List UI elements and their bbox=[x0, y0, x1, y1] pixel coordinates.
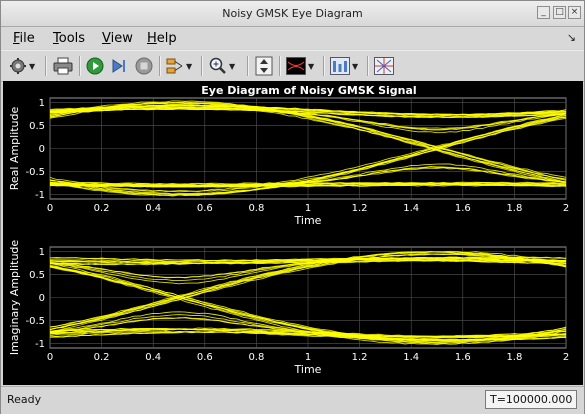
zoom-dropdown-icon[interactable]: ▼ bbox=[229, 62, 235, 71]
menu-tools[interactable]: Tools bbox=[53, 31, 85, 46]
status-text: Ready bbox=[7, 393, 42, 406]
toolbar-separator bbox=[79, 56, 81, 76]
menu-bar: File Tools View Help ↘ bbox=[1, 27, 584, 49]
settings-icon bbox=[10, 58, 26, 74]
scope-window: Noisy GMSK Eye Diagram _ □ × File Tools … bbox=[0, 0, 585, 414]
x-tick-label: 0 bbox=[47, 203, 53, 214]
run-icon bbox=[86, 57, 104, 75]
imaginary-amplitude-axes[interactable]: 0 0.2 0.4 0.6 0.8 1 1.2 1.4 1.6 1.8 2 1 0.5 0 -0.5 -1 Ti… bbox=[8, 240, 569, 376]
toolbar-separator bbox=[45, 56, 47, 76]
toolbar-separator bbox=[367, 56, 369, 76]
y-tick-label: 0.5 bbox=[29, 270, 45, 281]
stop-icon bbox=[135, 57, 153, 75]
step-forward-button[interactable] bbox=[111, 56, 127, 76]
measurements-dropdown-icon[interactable]: ▼ bbox=[308, 62, 314, 71]
y-tick-label: -0.5 bbox=[25, 316, 45, 327]
scope-display[interactable]: Eye Diagram of Noisy GMSK Signal 0 0.2 0.4… bbox=[3, 81, 583, 385]
close-button[interactable]: × bbox=[568, 6, 581, 19]
scale-axes-button[interactable] bbox=[255, 56, 273, 76]
toolbar-separator bbox=[201, 56, 203, 76]
title-bar[interactable]: Noisy GMSK Eye Diagram _ □ × bbox=[1, 1, 584, 27]
menu-view-label: iew bbox=[110, 31, 133, 46]
x-tick-label: 0 bbox=[47, 352, 53, 363]
chart-title: Eye Diagram of Noisy GMSK Signal bbox=[201, 84, 416, 97]
y-tick-label: -1 bbox=[35, 339, 45, 350]
measurements-icon bbox=[286, 57, 306, 75]
menu-help[interactable]: Help bbox=[147, 31, 177, 46]
x-tick-label: 0.2 bbox=[94, 352, 110, 363]
x-tick-label: 1 bbox=[305, 203, 311, 214]
minimize-button[interactable]: _ bbox=[537, 6, 550, 19]
maximize-button[interactable]: □ bbox=[553, 6, 566, 19]
x-tick-label: 0.4 bbox=[145, 352, 161, 363]
measurements-button[interactable]: ▼ bbox=[286, 56, 314, 76]
x-tick-label: 2 bbox=[563, 352, 569, 363]
x-tick-label: 0.8 bbox=[248, 352, 264, 363]
print-icon bbox=[53, 57, 73, 75]
menu-file[interactable]: File bbox=[13, 31, 35, 46]
eye-diagram-icon bbox=[374, 57, 394, 75]
stop-button[interactable] bbox=[135, 56, 153, 76]
toolbar-separator bbox=[159, 56, 161, 76]
y-axis-label: Imaginary Amplitude bbox=[8, 240, 21, 356]
toolbar: ▼ ▼ ▼ ▼ ▼ bbox=[1, 50, 584, 82]
x-tick-label: 0.8 bbox=[248, 203, 264, 214]
x-tick-label: 0.6 bbox=[197, 203, 213, 214]
simulation-time-readout: T=100000.000 bbox=[485, 390, 577, 409]
print-button[interactable] bbox=[53, 56, 73, 76]
menu-view[interactable]: View bbox=[102, 31, 133, 46]
y-tick-label: -1 bbox=[35, 190, 45, 201]
y-tick-label: 0.5 bbox=[29, 121, 45, 132]
style-button[interactable]: ▼ bbox=[330, 56, 358, 76]
x-tick-label: 1.8 bbox=[506, 203, 522, 214]
x-tick-label: 1.2 bbox=[352, 203, 368, 214]
toolbar-separator bbox=[279, 56, 281, 76]
zoom-in-button[interactable]: ▼ bbox=[209, 56, 235, 76]
step-forward-icon bbox=[112, 59, 125, 73]
x-tick-label: 1 bbox=[305, 352, 311, 363]
x-tick-label: 1.6 bbox=[455, 352, 471, 363]
x-tick-label: 1.8 bbox=[506, 352, 522, 363]
x-axis-label: Time bbox=[294, 214, 322, 227]
menu-help-mnemonic: H bbox=[147, 31, 157, 46]
y-tick-label: 0 bbox=[39, 293, 45, 304]
y-tick-label: 1 bbox=[39, 247, 45, 258]
y-tick-label: 0 bbox=[39, 144, 45, 155]
menu-view-mnemonic: V bbox=[102, 31, 111, 46]
status-bar: Ready T=100000.000 bbox=[1, 386, 584, 414]
highlight-dropdown-icon[interactable]: ▼ bbox=[186, 62, 192, 71]
y-tick-label: -0.5 bbox=[25, 167, 45, 178]
x-tick-label: 1.6 bbox=[455, 203, 471, 214]
window-title: Noisy GMSK Eye Diagram bbox=[222, 7, 363, 20]
x-tick-label: 1.2 bbox=[352, 352, 368, 363]
x-tick-label: 2 bbox=[563, 203, 569, 214]
x-tick-label: 1.4 bbox=[403, 352, 419, 363]
x-tick-label: 0.2 bbox=[94, 203, 110, 214]
highlight-button[interactable]: ▼ bbox=[166, 56, 192, 76]
scale-axes-icon bbox=[255, 56, 273, 76]
menu-help-label: elp bbox=[156, 31, 177, 46]
run-button[interactable] bbox=[86, 56, 104, 76]
eye-diagram-button[interactable] bbox=[374, 56, 394, 76]
settings-dropdown-icon[interactable]: ▼ bbox=[29, 62, 35, 71]
x-tick-label: 1.4 bbox=[403, 203, 419, 214]
highlight-icon bbox=[166, 58, 183, 74]
toolbar-separator bbox=[323, 56, 325, 76]
toolbar-separator bbox=[247, 56, 249, 76]
y-axis-label: Real Amplitude bbox=[8, 106, 21, 190]
style-dropdown-icon[interactable]: ▼ bbox=[352, 62, 358, 71]
y-tick-label: 1 bbox=[39, 98, 45, 109]
zoom-in-icon bbox=[209, 57, 226, 74]
x-tick-label: 0.4 bbox=[145, 203, 161, 214]
x-axis-label: Time bbox=[294, 363, 322, 376]
style-icon bbox=[330, 57, 350, 75]
eye-diagram-chart[interactable]: Eye Diagram of Noisy GMSK Signal 0 0.2 0.4… bbox=[3, 81, 583, 385]
menu-tools-label: ools bbox=[58, 31, 86, 46]
x-tick-label: 0.6 bbox=[197, 352, 213, 363]
menu-file-label: ile bbox=[19, 31, 35, 46]
undock-arrow-icon[interactable]: ↘ bbox=[567, 31, 576, 44]
settings-button[interactable]: ▼ bbox=[9, 56, 35, 76]
real-amplitude-axes[interactable]: 0 0.2 0.4 0.6 0.8 1 1.2 1.4 1.6 1.8 2 1 0.5 0 -0.5 -1 Ti… bbox=[8, 97, 569, 227]
